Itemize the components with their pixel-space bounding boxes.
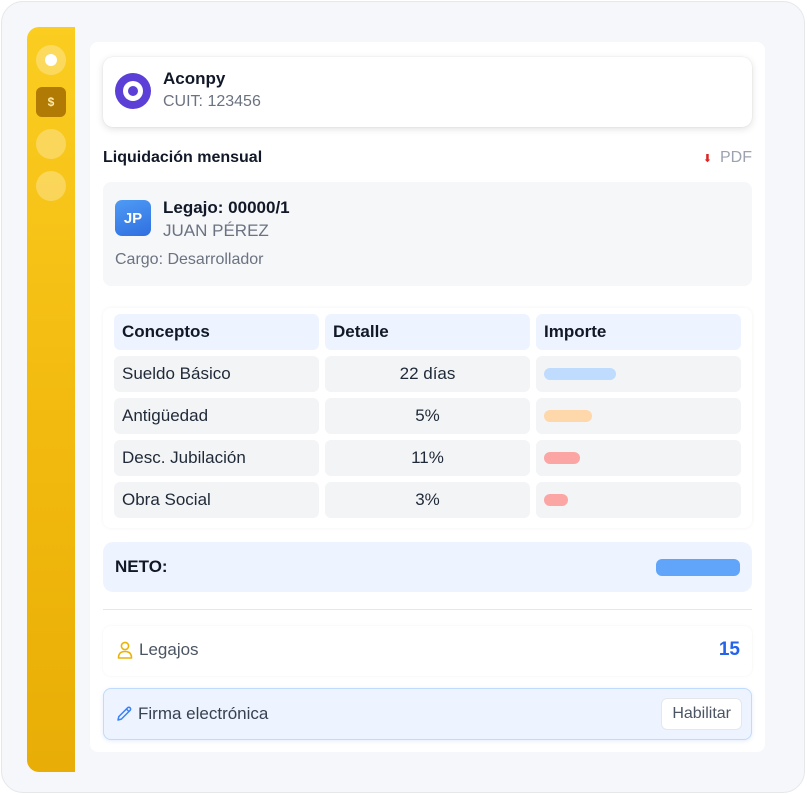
legajos-row[interactable]: Legajos 15: [103, 626, 752, 676]
pdf-label: PDF: [720, 149, 752, 166]
pdf-download-link[interactable]: ⬇ PDF: [703, 149, 752, 167]
table-header-detalle: Detalle: [325, 314, 530, 350]
neto-label: NETO:: [115, 557, 168, 576]
employee-card: JP Legajo: 00000/1 JUAN PÉREZ Cargo: Des…: [103, 182, 752, 286]
employee-cargo: Cargo: Desarrollador: [115, 251, 264, 268]
table-cell-detalle: 11%: [325, 440, 530, 476]
table-cell-concepto: Antigüedad: [114, 398, 319, 434]
download-arrow-icon: ⬇: [702, 152, 712, 165]
company-logo-icon: [115, 73, 151, 109]
employee-name: JUAN PÉREZ: [163, 221, 269, 240]
section-title: Liquidación mensual: [103, 149, 263, 166]
table-cell-detalle: 3%: [325, 482, 530, 518]
employee-legajo: Legajo: 00000/1: [163, 198, 290, 217]
importe-bar: [544, 368, 616, 380]
neto-amount-bar: [656, 559, 740, 576]
sidebar-item-4[interactable]: [36, 171, 66, 201]
firma-label: Firma electrónica: [138, 704, 269, 723]
company-name: Aconpy: [163, 69, 226, 88]
table-cell-importe: [536, 440, 741, 476]
payslip-table: Conceptos Detalle Importe Sueldo Básico …: [103, 308, 752, 528]
legajos-count: 15: [718, 639, 740, 660]
sidebar-item-3[interactable]: [36, 129, 66, 159]
table-cell-concepto: Sueldo Básico: [114, 356, 319, 392]
sidebar: $: [27, 27, 75, 772]
table-cell-detalle: 22 días: [325, 356, 530, 392]
user-icon: [117, 641, 133, 659]
legajos-label: Legajos: [139, 640, 199, 659]
table-cell-importe: [536, 398, 741, 434]
table-cell-detalle: 5%: [325, 398, 530, 434]
importe-bar: [544, 410, 592, 422]
pencil-icon: [117, 706, 132, 721]
company-card: Aconpy CUIT: 123456: [103, 57, 752, 127]
importe-bar: [544, 494, 568, 506]
sidebar-item-payroll[interactable]: $: [36, 87, 66, 117]
importe-bar: [544, 452, 580, 464]
table-header-conceptos: Conceptos: [114, 314, 319, 350]
dollar-icon: $: [47, 95, 55, 109]
table-cell-importe: [536, 482, 741, 518]
main-panel: Aconpy CUIT: 123456 Liquidación mensual …: [90, 42, 765, 752]
table-cell-importe: [536, 356, 741, 392]
table-cell-concepto: Desc. Jubilación: [114, 440, 319, 476]
firma-electronica-row: Firma electrónica Habilitar: [103, 688, 752, 740]
sidebar-item-home[interactable]: [36, 45, 66, 75]
company-cuit: CUIT: 123456: [163, 93, 261, 110]
habilitar-button[interactable]: Habilitar: [661, 698, 742, 730]
neto-card: NETO:: [103, 542, 752, 592]
avatar: JP: [115, 200, 151, 236]
divider: [103, 609, 752, 610]
table-header-importe: Importe: [536, 314, 741, 350]
table-cell-concepto: Obra Social: [114, 482, 319, 518]
